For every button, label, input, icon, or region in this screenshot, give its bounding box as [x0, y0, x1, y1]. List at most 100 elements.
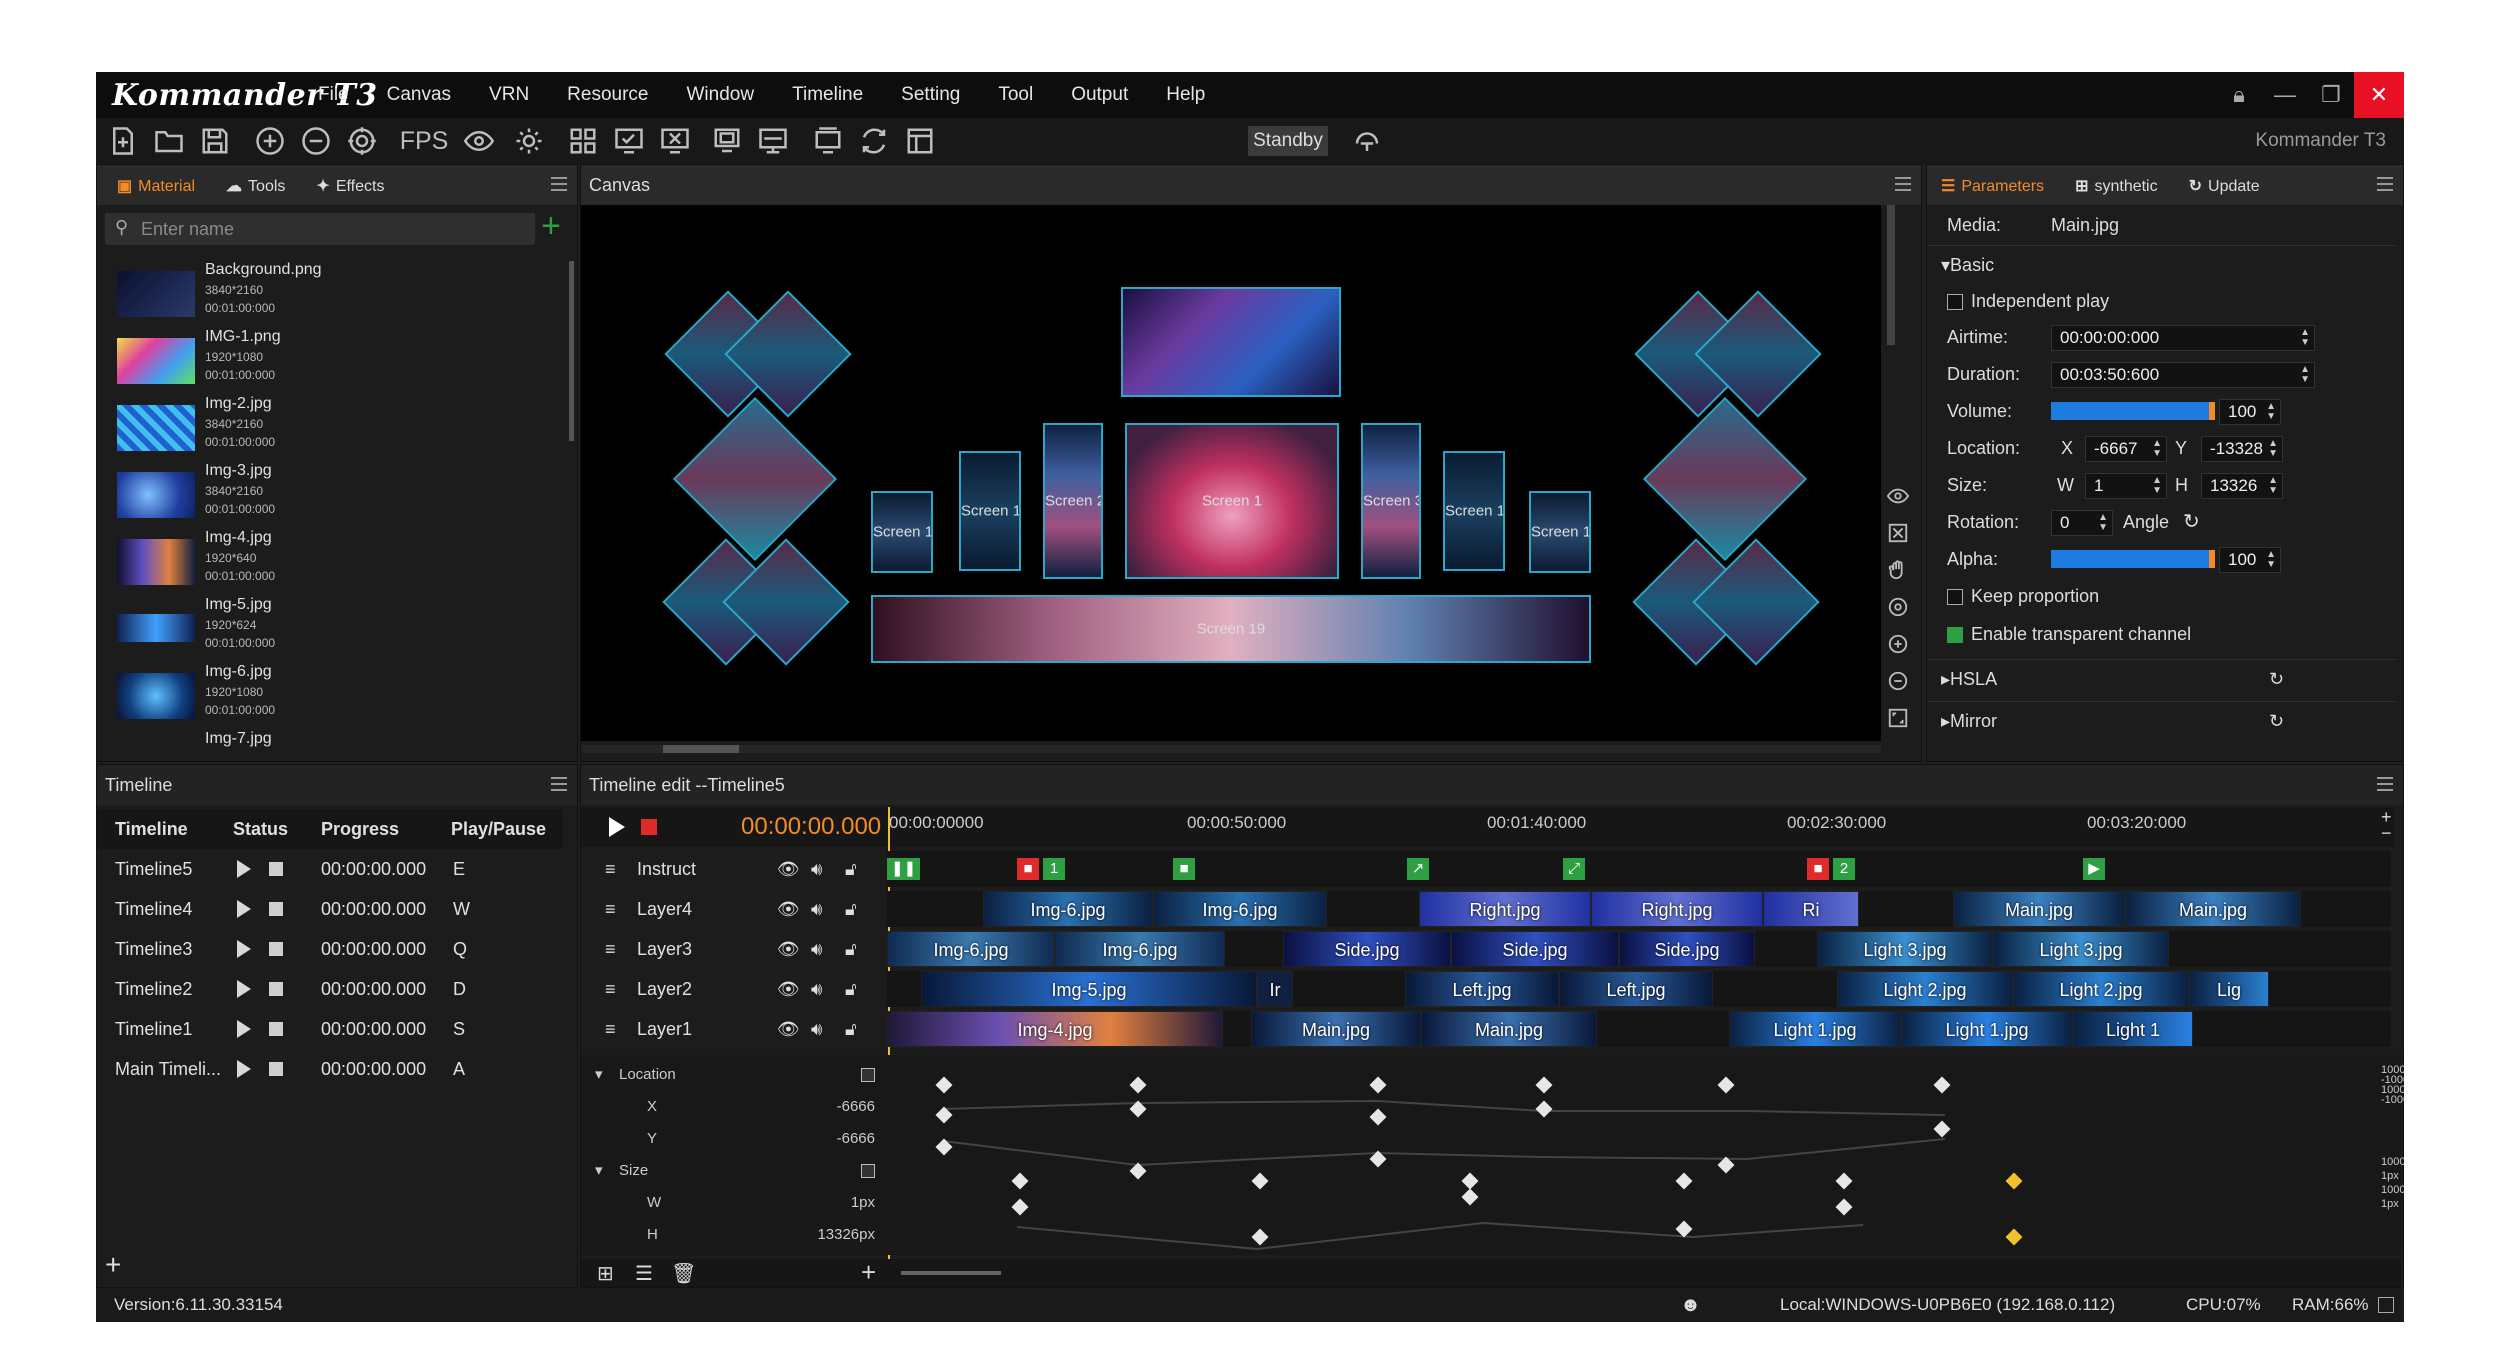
clip[interactable]: Side.jpg [1451, 931, 1619, 967]
clip[interactable]: Right.jpg [1591, 891, 1763, 927]
zoom-plus-minus[interactable]: + − [2381, 808, 2392, 842]
target-icon[interactable] [345, 124, 379, 158]
stop-icon[interactable] [269, 862, 283, 876]
clip[interactable]: Light 3.jpg [1993, 931, 2169, 967]
clip[interactable]: Img-6.jpg [1153, 891, 1327, 927]
cue-marker[interactable]: 2 [1833, 858, 1855, 880]
clip[interactable]: Light 3.jpg [1817, 931, 1993, 967]
table-row[interactable]: Main Timeli... 00:00:00.000 A [97, 1049, 563, 1089]
play-icon[interactable] [237, 940, 251, 958]
list-item[interactable]: Img-4.jpg 1920*640 00:01:00:000 [117, 529, 557, 595]
search-input[interactable]: ⚲ Enter name [105, 213, 535, 245]
list-item[interactable]: Img-6.jpg 1920*1080 00:01:00:000 [117, 663, 557, 729]
eye-icon[interactable]: 👁︎ [777, 929, 800, 969]
fps-icon[interactable]: FPS [396, 124, 452, 158]
pause-marker[interactable]: ❚❚ [887, 858, 921, 880]
keyprop-location[interactable]: ▾ Location [581, 1059, 887, 1091]
monitor-check-icon[interactable] [612, 124, 646, 158]
menu-setting[interactable]: Setting [901, 72, 960, 118]
clip[interactable]: Ir [1257, 971, 1293, 1007]
screen-14[interactable] [1121, 287, 1341, 397]
clip[interactable]: Right.jpg [1419, 891, 1591, 927]
keyprop-size[interactable]: ▾ Size [581, 1155, 887, 1187]
clip[interactable]: Img-5.jpg [921, 971, 1257, 1007]
monitor-close-icon[interactable] [658, 124, 692, 158]
spinner-icon[interactable]: ▲ ▼ [2152, 439, 2162, 459]
checkbox[interactable] [1947, 294, 1963, 311]
lane-layer2[interactable]: Img-5.jpg Ir Left.jpg Left.jpg Light 2.j… [887, 971, 2391, 1007]
panel-menu-icon[interactable] [551, 777, 567, 791]
track-instruct[interactable]: ≡ Instruct 👁︎ 🔊︎ 🔓︎ [581, 849, 887, 889]
add-track-button[interactable]: + [861, 1257, 876, 1288]
play-icon[interactable] [237, 1020, 251, 1038]
unlock-icon[interactable]: 🔓︎ [845, 889, 857, 929]
clip[interactable]: Light 2.jpg [2013, 971, 2189, 1007]
list-item[interactable]: Img-7.jpg [117, 730, 557, 760]
menu-resource[interactable]: Resource [567, 72, 648, 118]
spinner-icon[interactable]: ▲ ▼ [2266, 402, 2276, 422]
section-basic[interactable]: ▾Basic [1927, 245, 2397, 283]
camera-marker[interactable]: ■ [1807, 858, 1829, 880]
close-button[interactable]: ✕ [2354, 72, 2404, 118]
play-icon[interactable] [609, 817, 625, 837]
duration-field[interactable]: 00:03:50:600 ▲ ▼ [2051, 362, 2315, 388]
clip[interactable]: Light 1.jpg [1901, 1011, 2073, 1047]
stop-icon[interactable] [269, 982, 283, 996]
expand-icon[interactable] [2378, 1297, 2394, 1313]
window-icon[interactable] [903, 124, 937, 158]
play-icon[interactable] [237, 980, 251, 998]
screen-diamond[interactable] [1642, 396, 1808, 562]
stop-icon[interactable] [269, 1062, 283, 1076]
tab-material[interactable]: ▣ Material [117, 167, 195, 207]
menu-canvas[interactable]: Canvas [387, 72, 451, 118]
screen-layers-icon[interactable] [756, 124, 790, 158]
spinner-icon[interactable]: ▲ ▼ [2268, 476, 2278, 496]
clip[interactable]: Side.jpg [1619, 931, 1755, 967]
independent-play-checkbox[interactable]: Independent play [1947, 283, 2109, 319]
spinner-icon[interactable]: ▲ ▼ [2266, 550, 2276, 570]
checkbox[interactable] [1947, 589, 1963, 606]
camera-marker[interactable]: ■ [1017, 858, 1039, 880]
unlock-icon[interactable]: 🔓︎ [845, 1009, 857, 1049]
reset-icon[interactable]: ↻ [2183, 504, 2200, 540]
menu-tool[interactable]: Tool [998, 72, 1033, 118]
brightness-icon[interactable] [512, 124, 546, 158]
tab-tools[interactable]: ☁︎ Tools [226, 167, 285, 207]
speaker-icon[interactable]: 🔊︎ [811, 929, 822, 969]
clip[interactable]: Img-6.jpg [887, 931, 1055, 967]
tab-synthetic[interactable]: ⊞ synthetic [2075, 167, 2158, 207]
screen-18[interactable]: Screen 18 [1529, 491, 1591, 573]
cue-marker[interactable]: 1 [1043, 858, 1065, 880]
volume-field[interactable]: 100 ▲ ▼ [2219, 399, 2281, 425]
stop-icon[interactable] [269, 1022, 283, 1036]
clip[interactable]: Light 1 [2073, 1011, 2193, 1047]
track-layer3[interactable]: ≡ Layer3 👁︎ 🔊︎ 🔓︎ [581, 929, 887, 969]
alpha-slider[interactable] [2051, 550, 2215, 568]
time-ruler[interactable]: 00:00:00000 00:00:50:000 00:01:40:000 00… [887, 807, 2393, 847]
open-folder-icon[interactable] [152, 124, 186, 158]
tab-parameters[interactable]: ☰ Parameters [1941, 167, 2044, 207]
stop-icon[interactable] [269, 942, 283, 956]
spinner-icon[interactable]: ▲ ▼ [2098, 513, 2108, 533]
list-item[interactable]: IMG-1.png 1920*1080 00:01:00:000 [117, 328, 557, 394]
eye-icon[interactable]: 👁︎ [777, 889, 800, 929]
list-item[interactable]: Background.png 3840*2160 00:01:00:000 [117, 261, 557, 327]
screen-1[interactable]: Screen 1 [1125, 423, 1339, 579]
minimize-button[interactable]: — [2262, 72, 2308, 118]
menu-output[interactable]: Output [1071, 72, 1128, 118]
lock-icon[interactable]: 🔒︎ [2216, 72, 2262, 118]
unlock-icon[interactable]: 🔓︎ [845, 969, 857, 1009]
track-layer1[interactable]: ≡ Layer1 👁︎ 🔊︎ 🔓︎ [581, 1009, 887, 1049]
clip[interactable]: Left.jpg [1405, 971, 1559, 1007]
zoom-in-icon[interactable] [1884, 630, 1912, 658]
table-row[interactable]: Timeline4 00:00:00.000 W [97, 889, 563, 929]
table-row[interactable]: Timeline3 00:00:00.000 Q [97, 929, 563, 969]
list-item[interactable]: Img-3.jpg 3840*2160 00:01:00:000 [117, 462, 557, 528]
record-stop-icon[interactable] [641, 819, 657, 835]
menu-timeline[interactable]: Timeline [792, 72, 863, 118]
section-hsla[interactable]: ▸HSLA ↻ [1927, 659, 2397, 697]
unlock-icon[interactable]: 🔓︎ [845, 929, 857, 969]
zoom-in-icon[interactable] [253, 124, 287, 158]
airtime-field[interactable]: 00:00:00:000 ▲ ▼ [2051, 325, 2315, 351]
grid-icon[interactable] [566, 124, 600, 158]
